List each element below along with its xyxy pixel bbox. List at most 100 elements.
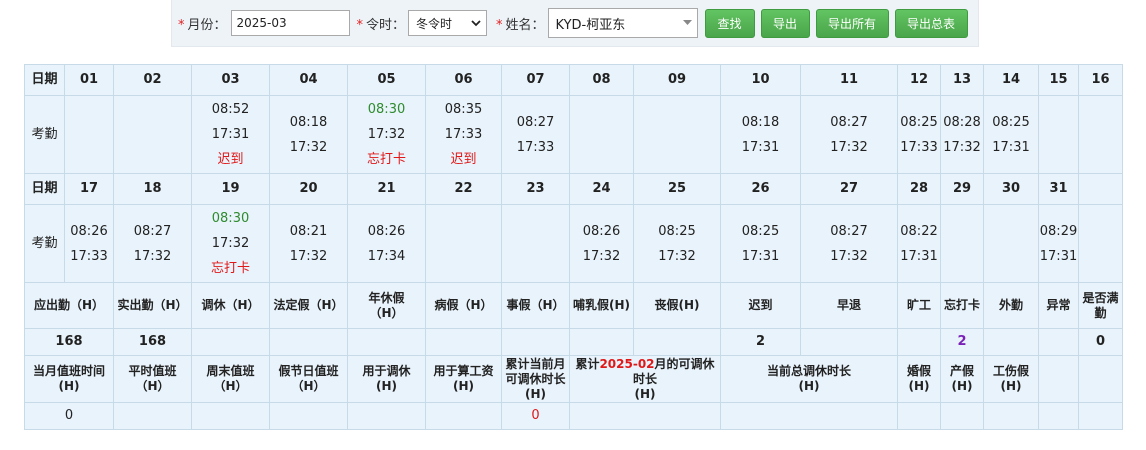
check-in-time: 08:27 (830, 114, 868, 130)
date-cell: 29 (940, 173, 984, 205)
attendance-cell: 08:26 17:33 (64, 204, 114, 283)
summary-header: 丧假(H) (633, 282, 721, 329)
overtime-value: 0 (24, 402, 114, 430)
overtime-header-line: 周末值班 (206, 364, 255, 378)
date-cell: 31 (1038, 173, 1079, 205)
summary-header: 是否满勤 (1078, 282, 1123, 329)
summary-header-line: （H） (369, 305, 404, 320)
attendance-cell: 08:25 17:32 (633, 204, 721, 283)
summary-header: 异常 (1038, 282, 1079, 329)
check-in-time: 08:27 (516, 114, 555, 130)
overtime-header: 产假 (H) (940, 355, 984, 403)
date-cell: 20 (269, 173, 348, 205)
attendance-status: 迟到 (450, 152, 477, 167)
summary-header: 外勤 (983, 282, 1039, 329)
summary-header-line: 事假（H） (506, 298, 565, 312)
attendance-cell (569, 95, 634, 174)
attendance-cell: 08:25 17:31 (983, 95, 1039, 174)
date-cell: 16 (1078, 64, 1123, 96)
overtime-header-line: (H) (375, 379, 397, 393)
overtime-header-line: （H） (213, 379, 248, 393)
shift-select[interactable]: 冬令时 (408, 10, 488, 36)
date-cell: 01 (64, 64, 114, 96)
check-in-time: 08:22 (900, 223, 938, 239)
check-out-time: 17:31 (1039, 248, 1078, 264)
date-cell: 10 (720, 64, 801, 96)
summary-value (269, 328, 348, 356)
summary-value: 168 (113, 328, 192, 356)
check-in-time: 08:28 (943, 114, 981, 130)
chevron-down-icon (471, 20, 481, 27)
name-select[interactable]: KYD-柯亚东 (547, 8, 698, 38)
summary-value (569, 328, 634, 356)
attendance-cell (633, 95, 721, 174)
summary-header-line: 丧假(H) (654, 298, 700, 312)
summary-header-line: 是否满 (1082, 290, 1119, 305)
summary-header: 应出勤（H） (24, 282, 114, 329)
filter-toolbar: * 月份： 2025-03 * 令时： 冬令时 * 姓名： KYD-柯亚东 查找 导出… (171, 0, 979, 47)
overtime-header-line: (H) (951, 379, 973, 393)
date-cell: 21 (347, 173, 426, 205)
summary-header: 事假（H） (501, 282, 570, 329)
date-cell: 12 (897, 64, 941, 96)
attendance-cell: 08:25 17:31 (720, 204, 801, 283)
date-cell: 26 (720, 173, 801, 205)
search-button[interactable]: 查找 (704, 8, 755, 38)
summary-header-line: 病假（H） (434, 298, 493, 312)
summary-header: 旷工 (897, 282, 941, 329)
check-in-time: 08:29 (1039, 223, 1078, 239)
check-in-time: 08:30 (211, 211, 250, 226)
export-all-button[interactable]: 导出所有 (815, 8, 889, 38)
attendance-cell (64, 95, 114, 174)
check-in-time: 08:27 (133, 223, 172, 239)
summary-header-line: 旷工 (906, 298, 931, 312)
check-out-time: 17:32 (830, 139, 868, 155)
summary-value (1038, 328, 1079, 356)
attendance-cell: 08:18 17:32 (269, 95, 348, 174)
attendance-cell: 08:21 17:32 (269, 204, 348, 283)
check-out-time: 17:31 (992, 139, 1030, 155)
summary-header: 年休假 （H） (347, 282, 426, 329)
overtime-value (113, 402, 192, 430)
check-out-time: 17:32 (289, 139, 328, 155)
check-out-time: 17:33 (900, 139, 938, 155)
date-cell: 22 (425, 173, 502, 205)
attendance-cell (983, 204, 1039, 283)
check-in-time: 08:21 (289, 223, 328, 239)
overtime-value (940, 402, 984, 430)
check-in-time: 08:25 (741, 223, 780, 239)
overtime-header-line: (H) (798, 379, 820, 393)
month-input[interactable]: 2025-03 (230, 10, 350, 36)
attendance-cell: 08:27 17:33 (501, 95, 570, 174)
attendance-cell: 08:26 17:34 (347, 204, 426, 283)
export-button[interactable]: 导出 (760, 8, 810, 38)
overtime-header-line: 当月值班时间 (32, 364, 105, 378)
empty-cell (1078, 355, 1123, 403)
check-out-time: 17:31 (741, 139, 780, 155)
attendance-row-label: 考勤 (24, 204, 65, 283)
empty-cell (1038, 402, 1079, 430)
check-out-time: 17:32 (830, 248, 868, 264)
summary-header: 病假（H） (425, 282, 502, 329)
overtime-header-line: 用于调休 (362, 364, 411, 378)
attendance-cell: 08:29 17:31 (1038, 204, 1079, 283)
date-cell: 11 (800, 64, 898, 96)
check-out-time: 17:32 (658, 248, 696, 264)
date-cell: 23 (501, 173, 570, 205)
summary-value (800, 328, 898, 356)
summary-header-line: 异常 (1046, 298, 1071, 312)
summary-header-line: 年休假 (368, 290, 405, 305)
date-cell: 05 (347, 64, 426, 96)
summary-value (983, 328, 1039, 356)
overtime-header: 工伤假 (H) (983, 355, 1039, 403)
summary-header-line: 法定假（H） (273, 298, 344, 312)
summary-value: 0 (1078, 328, 1123, 356)
attendance-cell: 08:26 17:32 (569, 204, 634, 283)
caret-down-icon (682, 20, 692, 25)
attendance-status: 忘打卡 (366, 152, 406, 167)
export-summary-button[interactable]: 导出总表 (894, 8, 968, 38)
attendance-cell: 08:27 17:32 (113, 204, 192, 283)
summary-value (897, 328, 941, 356)
check-out-time: 17:34 (367, 248, 406, 264)
overtime-header-line: (H) (1000, 379, 1022, 393)
